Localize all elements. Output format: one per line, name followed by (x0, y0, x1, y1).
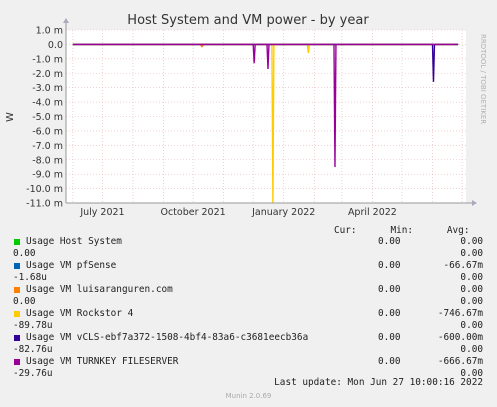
legend-avg: 0.00 (13, 248, 36, 259)
legend-max: 0.00 (460, 320, 483, 331)
legend-min: -600.00m (437, 332, 483, 343)
rrdtool-credit: RRDTOOL / TOBI OETIKER (479, 34, 487, 124)
y-tick-label: -8.0 m (32, 155, 63, 166)
legend-swatch (14, 239, 20, 245)
y-tick-label: 1.0 m (36, 26, 63, 37)
legend-cur: 0.00 (378, 356, 401, 367)
legend-series-name: Usage VM Rockstor 4 (26, 308, 134, 319)
x-tick-label: April 2022 (348, 207, 397, 218)
legend-avg: -29.76u (13, 368, 53, 379)
legend-series-name: Usage Host System (26, 236, 122, 247)
legend-swatch (14, 263, 20, 269)
legend-avg: -1.68u (13, 272, 47, 283)
legend-swatch (14, 359, 20, 365)
legend-max: 0.00 (460, 248, 483, 259)
y-tick-label: -10.0 m (26, 184, 63, 195)
legend-avg: -89.78u (13, 320, 53, 331)
legend-swatch (14, 287, 20, 293)
last-update: Last update: Mon Jun 27 10:00:16 2022 (274, 377, 483, 388)
legend-min: -666.67m (437, 356, 483, 367)
y-axis-label: W (5, 112, 16, 122)
y-tick-label: -2.0 m (32, 69, 63, 80)
legend-avg: 0.00 (13, 296, 36, 307)
x-axis-arrow (472, 200, 477, 206)
legend-cur: 0.00 (378, 236, 401, 247)
legend-cur: 0.00 (378, 332, 401, 343)
plot-grid (66, 29, 466, 204)
y-tick-label: -9.0 m (32, 170, 63, 181)
y-tick-label: -5.0 m (32, 112, 63, 123)
y-tick-label: -4.0 m (32, 98, 63, 109)
legend-min: -746.67m (437, 308, 483, 319)
y-tick-label: 0.0 (48, 40, 63, 51)
chart-title: Host System and VM power - by year (127, 13, 369, 28)
y-tick-label: -1.0 m (32, 54, 63, 65)
munin-version: Munin 2.0.69 (225, 392, 272, 400)
y-tick-label: -3.0 m (32, 83, 63, 94)
legend-series-name: Usage VM vCLS-ebf7a372-1508-4bf4-83a6-c3… (26, 332, 309, 343)
legend-min: -66.67m (443, 260, 483, 271)
legend-min: 0.00 (460, 284, 483, 295)
legend-max: 0.00 (460, 272, 483, 283)
legend-max: 0.00 (460, 296, 483, 307)
legend-swatch (14, 335, 20, 341)
y-tick-label: -6.0 m (32, 126, 63, 137)
x-tick-label: October 2021 (160, 207, 225, 218)
legend-avg: -82.76u (13, 344, 53, 355)
legend-series-name: Usage VM pfSense (26, 260, 117, 271)
legend-cur: 0.00 (378, 260, 401, 271)
x-tick-label: July 2021 (79, 207, 124, 218)
legend-series-name: Usage VM TURNKEY FILESERVER (26, 356, 179, 367)
y-tick-label: -11.0 m (26, 199, 63, 210)
legend-series-name: Usage VM luisaranguren.com (26, 284, 173, 295)
legend-max: 0.00 (460, 344, 483, 355)
legend-cur: 0.00 (378, 308, 401, 319)
legend-min: 0.00 (460, 236, 483, 247)
y-tick-label: -7.0 m (32, 141, 63, 152)
legend-cur: 0.00 (378, 284, 401, 295)
legend-swatch (14, 311, 20, 317)
x-tick-label: January 2022 (251, 207, 315, 218)
y-axis-arrow (63, 18, 69, 23)
legend-header: Cur: Min: Avg: Max: (334, 225, 470, 236)
chart: Host System and VM power - by year W RRD… (5, 13, 487, 218)
